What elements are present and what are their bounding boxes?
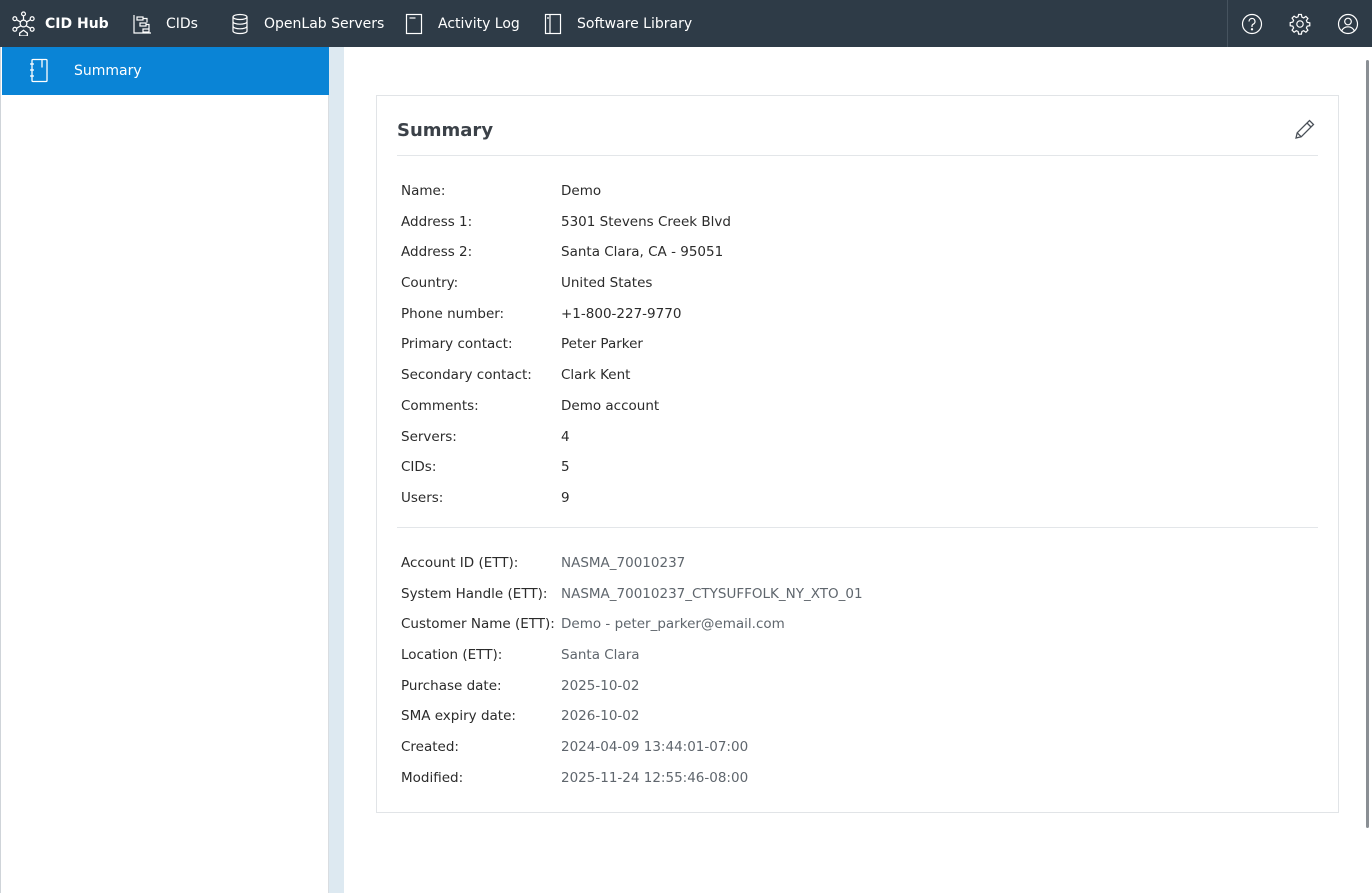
field-value: +1-800-227-9770	[561, 305, 682, 322]
field-label: Modified:	[401, 769, 464, 786]
field-label: Purchase date:	[401, 677, 502, 694]
field-label: Secondary contact:	[401, 367, 532, 384]
field-label: Address 1:	[401, 213, 473, 230]
nav-label: Software Library	[577, 15, 693, 32]
field-label: System Handle (ETT):	[401, 585, 548, 602]
brand-label: CID Hub	[45, 15, 109, 32]
field-value: Demo account	[561, 397, 660, 414]
field-label: Users:	[401, 489, 444, 506]
field-value: Peter Parker	[561, 336, 643, 353]
field-label: Location (ETT):	[401, 647, 503, 664]
sidebar: Summary	[0, 47, 330, 893]
settings-button[interactable]	[1276, 0, 1324, 47]
field-label: Comments:	[401, 397, 479, 414]
field-label: Address 2:	[401, 244, 473, 261]
pencil-icon	[1295, 119, 1315, 139]
field-value: 2025-11-24 12:55:46-08:00	[561, 769, 749, 786]
field-value: 4	[561, 428, 570, 445]
field-value: 5	[561, 459, 570, 476]
top-nav-bar: CID Hub CIDs OpenLab Servers Activity Lo…	[0, 0, 1372, 47]
section-divider	[397, 527, 1318, 528]
field-label: Servers:	[401, 428, 457, 445]
help-icon	[1241, 13, 1263, 34]
account-button[interactable]	[1324, 0, 1372, 47]
field-label: SMA expiry date:	[401, 708, 516, 725]
field-value: United States	[561, 275, 653, 292]
field-label: Primary contact:	[401, 336, 513, 353]
sidebar-item-label: Summary	[74, 63, 142, 79]
field-label: Created:	[401, 739, 459, 756]
field-value: NASMA_70010237	[561, 555, 686, 571]
sidebar-item-summary[interactable]: Summary	[2, 47, 330, 95]
cids-icon	[133, 14, 151, 34]
card-title: Summary	[397, 120, 494, 141]
field-value: Demo	[561, 183, 602, 199]
gear-icon	[1289, 13, 1311, 35]
nav-item-activity-log[interactable]: Activity Log	[404, 0, 520, 47]
main-scrollbar[interactable]	[1366, 60, 1369, 828]
database-icon	[232, 13, 248, 34]
nav-label: OpenLab Servers	[264, 15, 385, 32]
edit-button[interactable]	[1292, 116, 1318, 142]
nav-item-software-library[interactable]: Software Library	[543, 0, 692, 47]
field-value: NASMA_70010237_CTYSUFFOLK_NY_XTO_01	[561, 585, 863, 602]
notebook-icon	[30, 58, 48, 83]
field-label: Customer Name (ETT):	[401, 616, 555, 633]
field-value: Santa Clara, CA - 95051	[561, 244, 724, 261]
hub-icon	[12, 11, 35, 36]
sidebar-splitter[interactable]	[329, 47, 344, 893]
field-value: 5301 Stevens Creek Blvd	[561, 213, 731, 230]
header-tools	[1227, 0, 1372, 47]
book-icon	[544, 13, 562, 34]
brand-link[interactable]: CID Hub	[0, 0, 109, 47]
nav-item-openlab-servers[interactable]: OpenLab Servers	[230, 0, 384, 47]
field-label: Name:	[401, 183, 446, 199]
user-icon	[1337, 13, 1359, 34]
field-value: 9	[561, 489, 570, 506]
nav-label: CIDs	[166, 15, 198, 32]
field-label: Country:	[401, 275, 459, 292]
nav-label: Activity Log	[438, 15, 520, 32]
field-value: Clark Kent	[561, 367, 631, 384]
field-label: CIDs:	[401, 459, 437, 476]
field-label: Phone number:	[401, 305, 505, 322]
field-value: Demo - peter_parker@email.com	[561, 616, 785, 633]
field-value: Santa Clara	[561, 647, 640, 664]
summary-card: Summary Name: Demo Address 1: 5301 Stevens…	[376, 95, 1339, 813]
field-label: Account ID (ETT):	[401, 555, 519, 571]
nav-item-cids[interactable]: CIDs	[132, 0, 198, 47]
field-value: 2024-04-09 13:44:01-07:00	[561, 739, 749, 756]
title-divider	[397, 155, 1318, 156]
field-value: 2025-10-02	[561, 677, 640, 694]
document-icon	[405, 13, 423, 34]
field-value: 2026-10-02	[561, 708, 640, 725]
help-button[interactable]	[1228, 0, 1276, 47]
